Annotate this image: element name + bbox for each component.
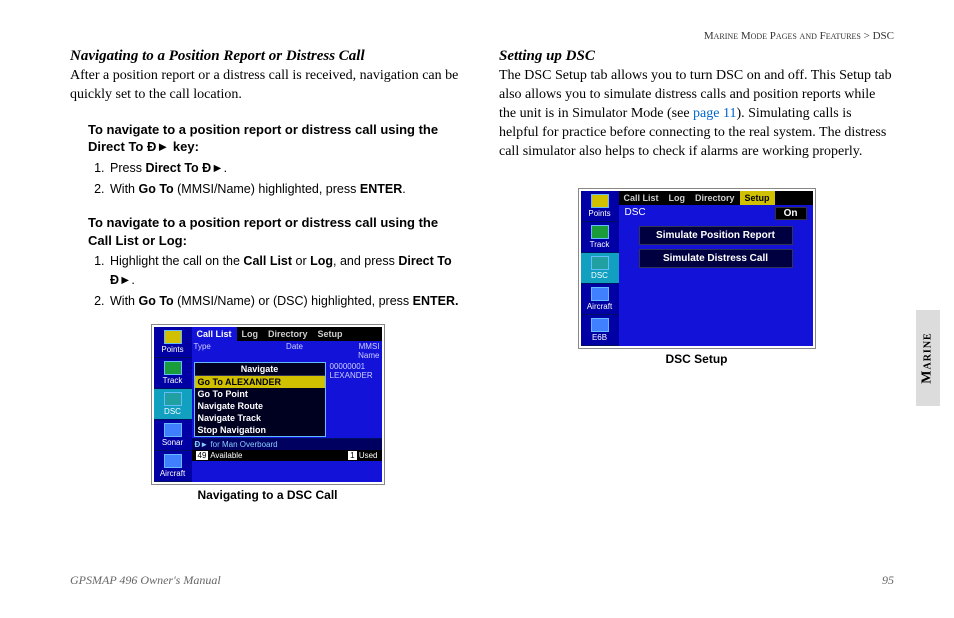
track-icon xyxy=(164,361,182,375)
page-number: 95 xyxy=(882,573,894,588)
right-heading: Setting up DSC xyxy=(499,48,894,65)
aircraft-icon xyxy=(164,454,182,468)
figure-2-caption: DSC Setup xyxy=(499,352,894,366)
left-heading: Navigating to a Position Report or Distr… xyxy=(70,48,465,65)
figure-1-caption: Navigating to a DSC Call xyxy=(70,488,465,502)
left-column: Navigating to a Position Report or Distr… xyxy=(70,48,465,502)
breadcrumb: Marine Mode Pages and Features > DSC xyxy=(70,30,894,42)
direct-to-icon: Đ► xyxy=(147,138,169,156)
right-column: Setting up DSC The DSC Setup tab allows … xyxy=(499,48,894,502)
direct-to-icon: Đ► xyxy=(195,440,209,449)
sim-position-button: Simulate Position Report xyxy=(639,226,793,245)
sim-distress-button: Simulate Distress Call xyxy=(639,249,793,268)
sonar-icon xyxy=(164,423,182,437)
left-intro: After a position report or a distress ca… xyxy=(70,67,465,105)
figure-2: Points Track DSC Aircraft E6B Call ListL… xyxy=(499,189,894,366)
proc2-step2: With Go To (MMSI/Name) or (DSC) highligh… xyxy=(108,292,465,311)
dsc-icon xyxy=(591,256,609,270)
page-footer: GPSMAP 496 Owner's Manual 95 xyxy=(70,573,894,588)
figure-1: Points Track DSC Sonar Aircraft Call Lis… xyxy=(70,325,465,502)
direct-to-icon: Đ► xyxy=(110,271,131,290)
right-body: The DSC Setup tab allows you to turn DSC… xyxy=(499,67,894,161)
proc1-step1: Press Direct To Đ►. xyxy=(108,159,465,178)
manual-title: GPSMAP 496 Owner's Manual xyxy=(70,573,221,588)
dsc-icon xyxy=(164,392,182,406)
points-icon xyxy=(164,330,182,344)
direct-to-icon: Đ► xyxy=(202,159,223,178)
device-screenshot-1: Points Track DSC Sonar Aircraft Call Lis… xyxy=(152,325,384,484)
aircraft-icon xyxy=(591,287,609,301)
proc1-steps: Press Direct To Đ►. With Go To (MMSI/Nam… xyxy=(108,159,465,199)
section-tab-marine: Marine xyxy=(916,310,940,406)
points-icon xyxy=(591,194,609,208)
e6b-icon xyxy=(591,318,609,332)
proc2-heading: To navigate to a position report or dist… xyxy=(88,214,465,249)
proc2-step1: Highlight the call on the Call List or L… xyxy=(108,252,465,290)
page-link[interactable]: page 11 xyxy=(693,106,736,121)
proc1-step2: With Go To (MMSI/Name) highlighted, pres… xyxy=(108,180,465,199)
proc1-heading: To navigate to a position report or dist… xyxy=(88,121,465,156)
track-icon xyxy=(591,225,609,239)
proc2-steps: Highlight the call on the Call List or L… xyxy=(108,252,465,310)
device-screenshot-2: Points Track DSC Aircraft E6B Call ListL… xyxy=(579,189,815,348)
